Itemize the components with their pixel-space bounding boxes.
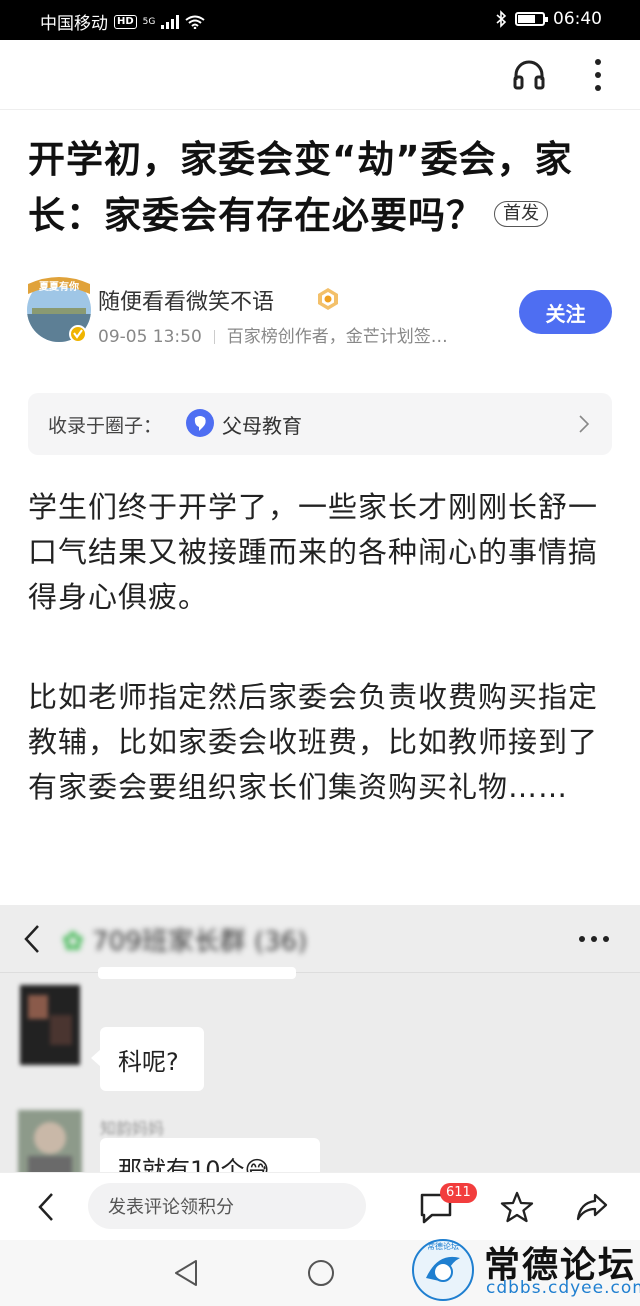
chat-avatar: [20, 985, 80, 1065]
status-right: 06:40: [495, 9, 602, 29]
wifi-icon: [185, 15, 205, 29]
circle-label: 收录于圈子：: [48, 415, 163, 437]
circle-name: 父母教育: [222, 414, 302, 438]
chat-group-name: 709班家长群: [92, 927, 246, 957]
article-title: 开学初，家委会变“劫”委会，家长：家委会有存在必要吗？ 首发: [28, 132, 618, 244]
share-icon[interactable]: [575, 1191, 609, 1223]
carrier-label: 中国移动: [40, 14, 108, 34]
meta-divider: [213, 330, 215, 344]
publish-date: 09-05 13:50: [98, 327, 202, 347]
signal-icon: [161, 14, 180, 29]
comment-count-badge: 611: [440, 1183, 477, 1203]
more-vertical-icon[interactable]: [584, 56, 612, 94]
chevron-right-icon: [579, 415, 590, 433]
bottom-action-bar: 发表评论领积分 611: [0, 1172, 640, 1240]
nav-home-icon[interactable]: [306, 1258, 336, 1288]
clock: 06:40: [553, 9, 602, 29]
author-avatar[interactable]: 夏夏有你: [26, 270, 92, 344]
chat-title: ✿ 709班家长群 (36): [62, 927, 308, 957]
circle-logo-icon: [186, 409, 214, 437]
bluetooth-icon: [496, 10, 507, 28]
author-description: 百家榜创作者，金芒计划签…: [226, 327, 448, 347]
chat-member-count: (36): [253, 927, 308, 957]
chat-header: ✿ 709班家长群 (36): [0, 905, 640, 973]
comment-input[interactable]: 发表评论领积分: [88, 1183, 366, 1229]
creator-badge-icon: [318, 288, 338, 310]
chat-more-icon: [579, 936, 609, 942]
status-bar: 中国移动 HD 5G 06:40: [0, 0, 640, 40]
network-gen-label: 5G: [142, 16, 156, 27]
top-bar: [0, 40, 640, 110]
headphone-icon[interactable]: [512, 58, 546, 92]
chat-previous-bubble: [98, 967, 296, 979]
hd-icon: HD: [114, 14, 137, 29]
status-left: 中国移动 HD 5G: [40, 9, 205, 34]
article-paragraph-1: 学生们终于开学了，一些家长才刚刚长舒一口气结果又被接踵而来的各种闹心的事情搞得身…: [28, 490, 599, 614]
follow-button[interactable]: 关注: [519, 290, 612, 334]
nav-back-icon[interactable]: [172, 1258, 200, 1288]
chat-bubble: 科呢?: [91, 1027, 204, 1091]
circle-card[interactable]: 收录于圈子： 父母教育: [28, 393, 612, 455]
star-icon[interactable]: [500, 1190, 534, 1224]
author-meta: 09-05 13:50 百家榜创作者，金芒计划签…: [98, 322, 448, 347]
watermark-url: cdbbs.cdyee.com: [486, 1278, 640, 1298]
watermark-logo: 常德论坛: [412, 1239, 474, 1301]
back-icon[interactable]: [36, 1191, 56, 1223]
article-image-chat-screenshot[interactable]: ✿ 709班家长群 (36) 科呢? 知韵妈妈 那就有10个😅: [0, 905, 640, 1172]
chat-sender-name: 知韵妈妈: [100, 1119, 165, 1138]
article-title-text: 开学初，家委会变“劫”委会，家长：家委会有存在必要吗？: [28, 138, 573, 237]
watermark-logo-text: 常德论坛: [427, 1241, 459, 1251]
avatar-text: 夏夏有你: [38, 280, 79, 293]
chat-back-icon: [24, 925, 39, 953]
battery-icon: [515, 12, 548, 26]
article-paragraph-2: 比如老师指定然后家委会负责收费购买指定教辅，比如家委会收班费，比如教师接到了有家…: [28, 680, 599, 804]
chat-bubble: 那就有10个😅: [100, 1138, 320, 1172]
first-publish-tag: 首发: [494, 200, 548, 227]
chat-avatar: [18, 1110, 82, 1172]
author-name[interactable]: 随便看看微笑不语: [98, 284, 274, 316]
